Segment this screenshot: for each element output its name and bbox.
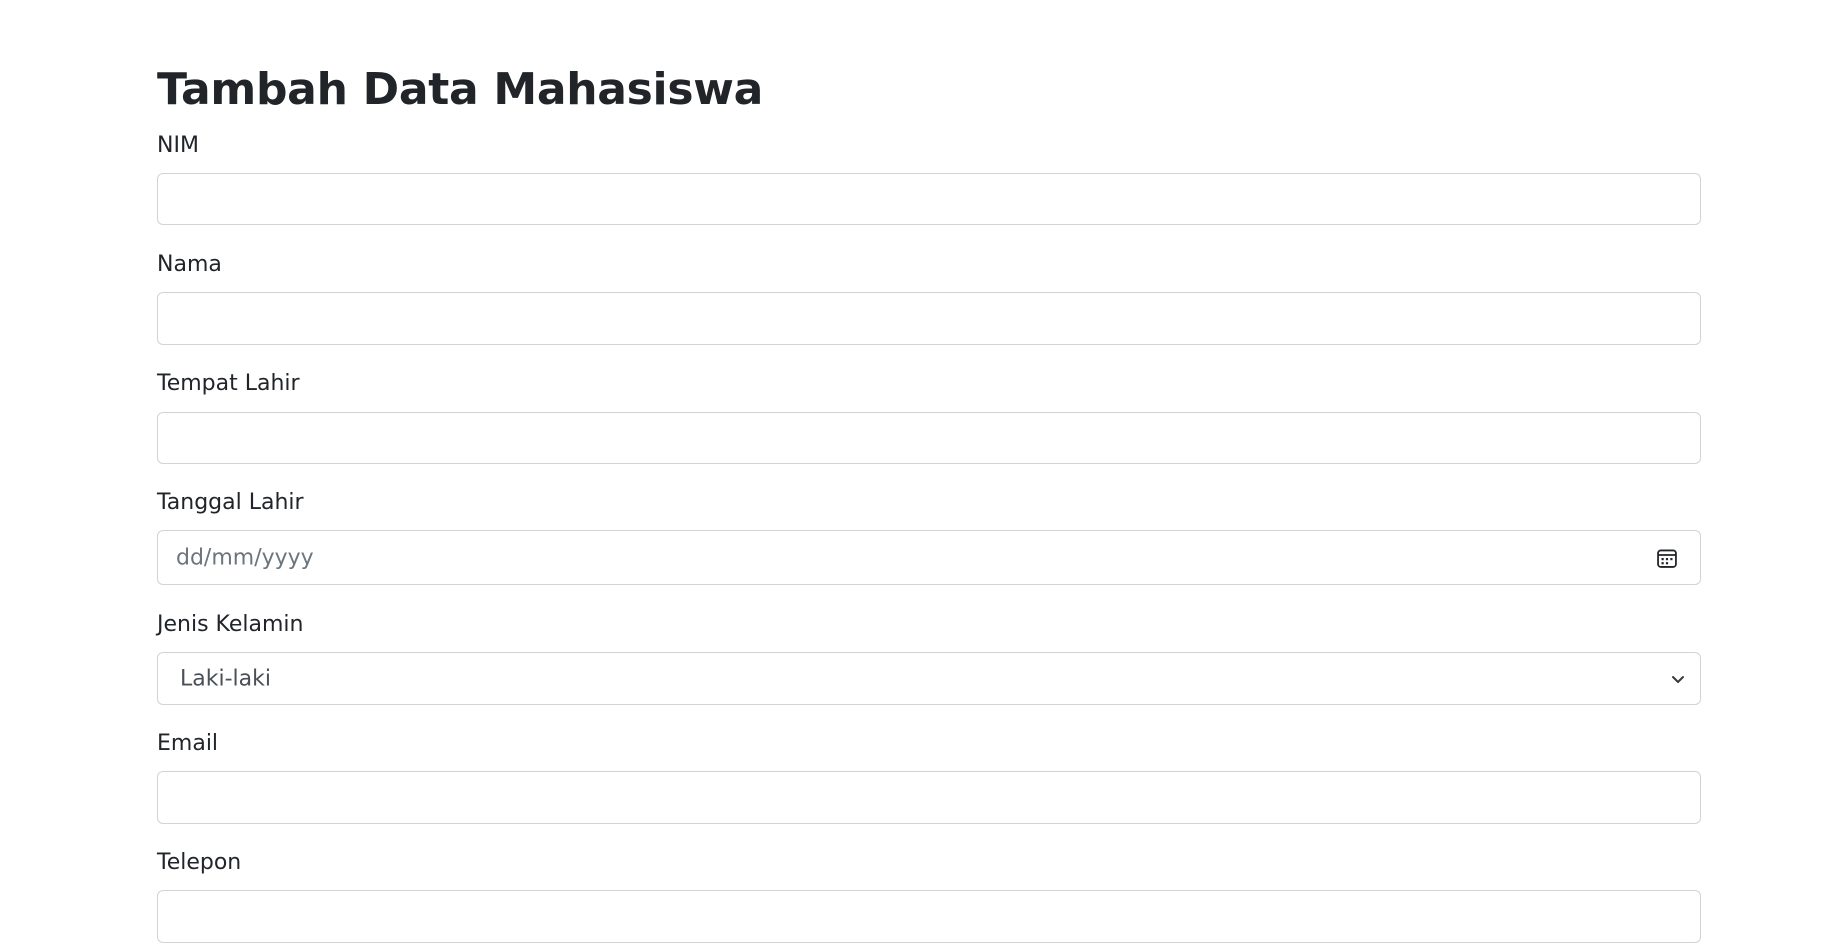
nim-input[interactable] <box>157 173 1701 225</box>
tempat-lahir-label: Tempat Lahir <box>157 371 300 396</box>
email-field-group: Email <box>157 730 1701 824</box>
tempat-lahir-input[interactable] <box>157 412 1701 464</box>
nama-input[interactable] <box>157 292 1701 345</box>
nim-label: NIM <box>157 133 199 158</box>
date-placeholder: dd/mm/yyyy <box>176 545 314 570</box>
nim-field-group: NIM <box>157 132 1701 225</box>
chevron-down-icon <box>1672 675 1684 683</box>
tanggal-lahir-label: Tanggal Lahir <box>157 490 304 515</box>
jenis-kelamin-selected-value: Laki-laki <box>180 666 271 691</box>
jenis-kelamin-select[interactable]: Laki-laki <box>157 652 1701 705</box>
tempat-lahir-field-group: Tempat Lahir <box>157 370 1701 464</box>
calendar-icon[interactable] <box>1656 547 1678 569</box>
telepon-label: Telepon <box>157 850 242 875</box>
tanggal-lahir-field-group: Tanggal Lahir dd/mm/yyyy <box>157 489 1701 585</box>
jenis-kelamin-field-group: Jenis Kelamin Laki-laki <box>157 611 1701 705</box>
tanggal-lahir-input[interactable]: dd/mm/yyyy <box>157 530 1701 585</box>
page-title: Tambah Data Mahasiswa <box>157 64 763 115</box>
telepon-field-group: Telepon <box>157 849 1701 943</box>
email-input[interactable] <box>157 771 1701 824</box>
email-label: Email <box>157 731 219 756</box>
nama-field-group: Nama <box>157 251 1701 345</box>
jenis-kelamin-label: Jenis Kelamin <box>157 612 304 637</box>
nama-label: Nama <box>157 252 222 277</box>
